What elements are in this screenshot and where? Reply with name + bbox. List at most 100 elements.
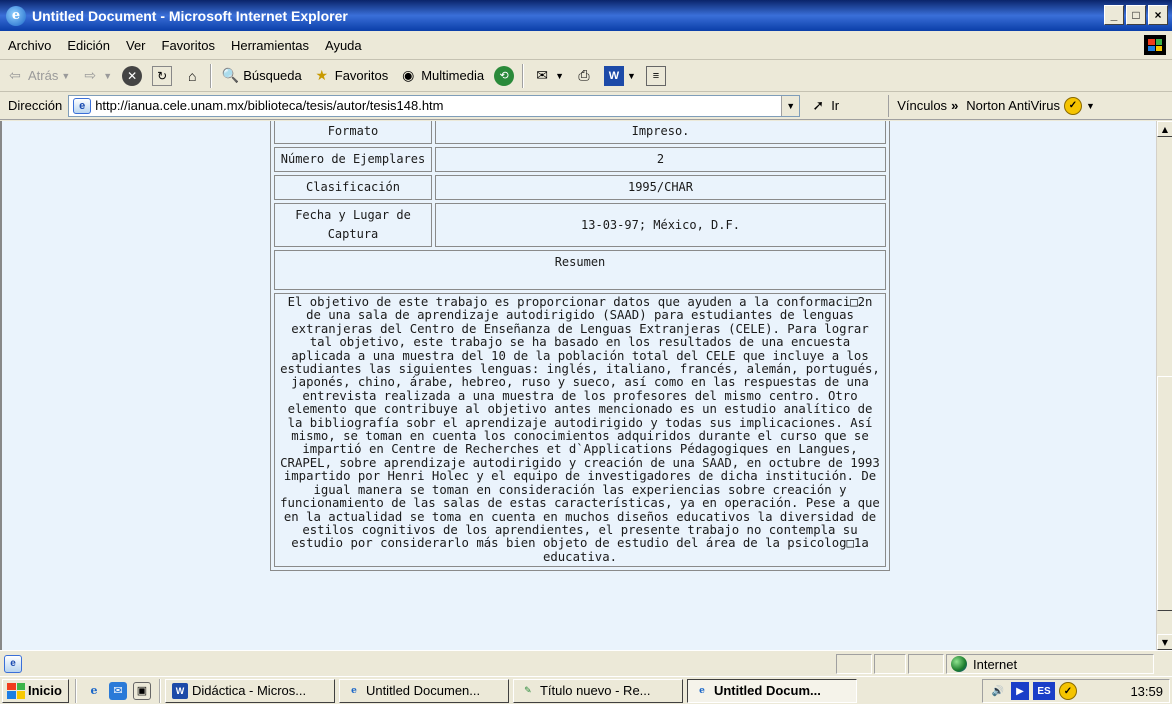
status-pane	[908, 654, 944, 674]
stop-button[interactable]: ✕	[117, 63, 147, 89]
menu-herramientas[interactable]: Herramientas	[223, 38, 317, 53]
field-value: 2	[435, 147, 886, 172]
toolbar-separator	[210, 63, 213, 88]
field-value: Impreso.	[435, 121, 886, 144]
norton-icon: ✓	[1064, 96, 1082, 115]
table-row: Clasificación 1995/CHAR	[274, 175, 886, 200]
summary-text: El objetivo de este trabajo es proporcio…	[274, 293, 886, 568]
table-row: Fecha y Lugar de Captura 13-03-97; Méxic…	[274, 203, 886, 247]
mail-icon: ✉	[536, 67, 548, 83]
minimize-button[interactable]: _	[1104, 5, 1124, 25]
menu-ver[interactable]: Ver	[118, 38, 154, 53]
toolbar-separator	[522, 63, 525, 88]
norton-icon[interactable]: ✓	[1059, 682, 1077, 700]
page-status-icon: e	[4, 654, 22, 673]
media-button[interactable]: ◉ Multimedia	[393, 63, 489, 89]
norton-antivirus-button[interactable]: Norton AntiVirus ✓ ▼	[958, 96, 1095, 115]
table-row: Formato Impreso.	[274, 121, 886, 144]
task-button-ie-active[interactable]: e Untitled Docum...	[686, 678, 857, 703]
maximize-button[interactable]: □	[1126, 5, 1146, 25]
window-title-bar[interactable]: e Untitled Document - Microsoft Internet…	[0, 0, 1172, 31]
show-desktop-icon[interactable]: ▣	[132, 681, 151, 700]
history-button[interactable]: ⟲	[489, 63, 519, 89]
home-icon: ⌂	[187, 67, 197, 84]
word-icon: W	[171, 682, 188, 699]
zone-label: Internet	[973, 656, 1018, 672]
scroll-thumb[interactable]	[1157, 376, 1172, 611]
status-bar: e Internet	[0, 650, 1172, 676]
task-button-word[interactable]: W Didáctica - Micros...	[164, 678, 335, 703]
go-arrow-icon: ➚	[812, 97, 825, 113]
menu-bar: Archivo Edición Ver Favoritos Herramient…	[0, 31, 1172, 60]
task-button-paint[interactable]: ✎ Título nuevo - Re...	[512, 678, 683, 703]
page-content: Formato Impreso. Número de Ejemplares 2 …	[0, 121, 1156, 650]
system-tray: 🔊 ▶ ES ✓ 13:59	[982, 679, 1170, 703]
edit-button[interactable]: W ▼	[599, 63, 641, 89]
links-chevron-icon[interactable]: »	[951, 98, 958, 113]
discuss-button[interactable]: ≡	[641, 63, 671, 89]
page-icon: e	[73, 97, 92, 114]
stop-icon: ✕	[122, 65, 143, 86]
vertical-scrollbar[interactable]: ▲ ▼	[1156, 121, 1172, 650]
address-bar: Dirección e http://ianua.cele.unam.mx/bi…	[0, 92, 1172, 120]
field-label: Número de Ejemplares	[274, 147, 432, 172]
links-button[interactable]: Vínculos »	[888, 94, 958, 117]
back-button[interactable]: ⇦ Atrás ▼	[0, 63, 75, 89]
scroll-up-icon[interactable]: ▲	[1157, 121, 1172, 137]
task-label: Untitled Docum...	[713, 683, 821, 698]
standard-toolbar: ⇦ Atrás ▼ ⇨ ▼ ✕ ↻ ⌂ 🔍 Búsqueda ★ Favorit…	[0, 60, 1172, 92]
task-button-ie-1[interactable]: e Untitled Documen...	[338, 678, 509, 703]
favorites-button[interactable]: ★ Favoritos	[307, 63, 393, 89]
close-button[interactable]: ×	[1148, 5, 1168, 25]
start-button[interactable]: Inicio	[2, 678, 69, 703]
print-icon: ⎙	[578, 67, 590, 83]
volume-icon[interactable]: 🔊	[989, 682, 1007, 700]
go-button[interactable]: ➚ Ir	[808, 96, 888, 116]
address-url[interactable]: http://ianua.cele.unam.mx/biblioteca/tes…	[95, 98, 443, 113]
outlook-express-icon[interactable]: ✉	[108, 681, 127, 700]
menu-ayuda[interactable]: Ayuda	[317, 38, 370, 53]
edit-dropdown-icon[interactable]: ▼	[627, 71, 636, 81]
thesis-record-table: Formato Impreso. Número de Ejemplares 2 …	[270, 121, 890, 572]
internet-explorer-icon: e	[6, 5, 26, 26]
internet-explorer-icon: e	[699, 685, 705, 696]
home-button[interactable]: ⌂	[177, 63, 207, 89]
media-player-icon[interactable]: ▶	[1011, 682, 1029, 700]
search-icon: 🔍	[221, 67, 239, 83]
menu-favoritos[interactable]: Favoritos	[154, 38, 223, 53]
refresh-icon: ↻	[152, 65, 173, 86]
forward-button[interactable]: ⇨ ▼	[75, 63, 117, 89]
print-button[interactable]: ⎙	[569, 63, 599, 89]
norton-dropdown-icon[interactable]: ▼	[1086, 101, 1095, 111]
internet-explorer-icon[interactable]: e	[85, 682, 103, 700]
refresh-button[interactable]: ↻	[147, 63, 177, 89]
scroll-down-icon[interactable]: ▼	[1157, 634, 1172, 650]
paint-icon: ✎	[524, 685, 532, 695]
address-dropdown-icon[interactable]: ▼	[781, 95, 800, 116]
field-label: Clasificación	[274, 175, 432, 200]
back-dropdown-icon[interactable]: ▼	[61, 71, 70, 81]
field-label: Fecha y Lugar de Captura	[274, 203, 432, 247]
summary-header: Resumen	[274, 250, 886, 290]
mail-dropdown-icon[interactable]: ▼	[555, 71, 564, 81]
favorites-star-icon: ★	[315, 67, 329, 83]
windows-logo-icon	[1144, 35, 1166, 55]
internet-globe-icon	[951, 656, 967, 672]
security-zone: Internet	[946, 654, 1154, 674]
taskbar: Inicio e ✉ ▣ W Didáctica - Micros... e U…	[0, 676, 1172, 704]
forward-arrow-icon: ⇨	[84, 67, 97, 83]
task-label: Untitled Documen...	[365, 683, 481, 698]
menu-edicion[interactable]: Edición	[59, 38, 118, 53]
menu-archivo[interactable]: Archivo	[0, 38, 59, 53]
language-indicator[interactable]: ES	[1033, 682, 1055, 700]
forward-dropdown-icon[interactable]: ▼	[103, 71, 112, 81]
mail-button[interactable]: ✉ ▼	[527, 63, 569, 89]
favorites-label: Favoritos	[334, 68, 389, 83]
address-field[interactable]: e http://ianua.cele.unam.mx/biblioteca/t…	[68, 94, 801, 117]
history-icon: ⟲	[494, 65, 515, 86]
back-arrow-icon: ⇦	[9, 67, 21, 83]
clock: 13:59	[1130, 683, 1163, 699]
media-icon: ◉	[402, 67, 415, 83]
search-button[interactable]: 🔍 Búsqueda	[215, 63, 307, 89]
links-label: Vínculos	[897, 98, 948, 113]
